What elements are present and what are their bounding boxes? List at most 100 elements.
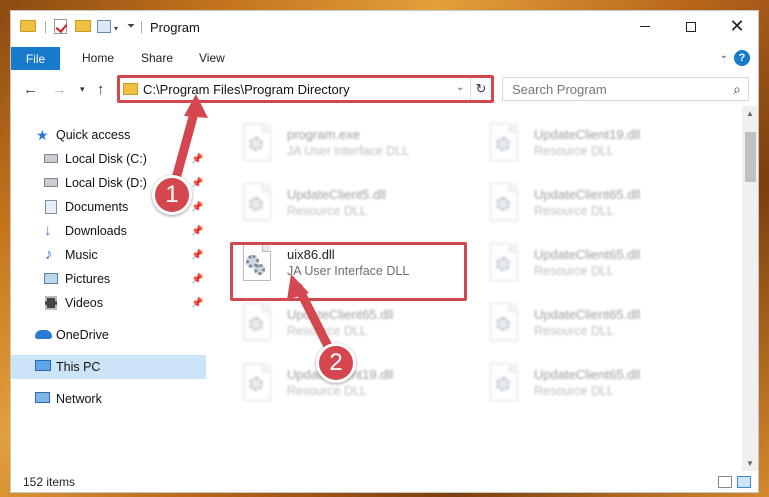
minimize-icon [640, 26, 650, 27]
forward-arrow-icon[interactable]: → [52, 81, 67, 98]
pin-icon[interactable]: 📌 [191, 154, 203, 165]
file-type: Resource DLL [534, 264, 614, 278]
pin-icon[interactable]: 📌 [191, 226, 203, 237]
recent-locations-icon[interactable]: ▾ [80, 84, 85, 95]
file-item[interactable]: UpdateClient65.dll Resource DLL [486, 240, 716, 292]
file-type: Resource DLL [287, 204, 367, 218]
pin-icon[interactable]: 📌 [191, 274, 203, 285]
file-type: Resource DLL [287, 384, 367, 398]
search-icon[interactable]: ⌕ [733, 81, 741, 98]
file-item-uix86-dll[interactable]: uix86.dll JA User Interface DLL [239, 240, 469, 292]
nav-item-local-disk-c[interactable]: Local Disk (C:) 📌 [11, 147, 206, 171]
scroll-down-icon[interactable]: ▼ [746, 459, 754, 468]
nav-label: Music [65, 248, 98, 262]
pin-icon[interactable]: 📌 [191, 250, 203, 261]
properties-check-icon[interactable] [54, 19, 67, 34]
nav-label: Pictures [65, 272, 111, 286]
nav-label: Network [56, 392, 102, 406]
nav-label: OneDrive [56, 328, 109, 342]
dll-icon [486, 243, 520, 287]
file-item[interactable]: UpdateClient65.dll Resource DLL [486, 300, 716, 352]
dll-icon [486, 183, 520, 227]
address-row: ← → ▾ ↑ C:\Program Files\Program Directo… [11, 74, 758, 104]
nav-label: Local Disk (D:) [65, 176, 147, 190]
dll-icon [239, 183, 273, 227]
nav-item-pictures[interactable]: Pictures 📌 [11, 267, 206, 291]
maximize-button[interactable] [668, 11, 714, 42]
drive-icon [44, 154, 58, 163]
back-arrow-icon[interactable]: ← [23, 81, 38, 98]
scroll-thumb[interactable] [745, 132, 756, 182]
file-name: UpdateClient65.dll [534, 247, 641, 262]
file-name: UpdateClient19.dll [534, 127, 641, 142]
minimize-button[interactable] [622, 11, 668, 42]
folder-icon[interactable] [20, 20, 36, 32]
file-name: UpdateClient65.dll [534, 187, 641, 202]
nav-item-onedrive[interactable]: OneDrive [11, 323, 206, 347]
search-box[interactable]: Search Program ⌕ [502, 77, 749, 101]
file-name: UpdateClient5.dll [287, 187, 387, 202]
nav-item-quick-access[interactable]: ★ Quick access [11, 123, 206, 147]
tab-share[interactable]: Share [141, 51, 173, 65]
close-button[interactable]: ✕ [714, 11, 758, 42]
file-item[interactable]: UpdateClient65.dll Resource DLL [239, 300, 469, 352]
chevron-down-icon[interactable]: ⌄ [456, 82, 464, 93]
file-item[interactable]: UpdateClient65.dll Resource DLL [486, 360, 716, 412]
rename-icon[interactable] [97, 20, 111, 33]
title-bar: ▾ ⏷ Program ✕ [11, 11, 758, 42]
file-item[interactable]: UpdateClient65.dll Resource DLL [486, 180, 716, 232]
file-name: UpdateClient65.dll [534, 307, 641, 322]
item-count: 152 items [23, 475, 76, 489]
pictures-icon [44, 273, 58, 284]
scroll-up-icon[interactable]: ▲ [746, 109, 754, 118]
nav-item-videos[interactable]: Videos 📌 [11, 291, 206, 315]
file-type: Resource DLL [287, 324, 367, 338]
address-path[interactable]: C:\Program Files\Program Directory [143, 82, 350, 97]
maximize-icon [686, 21, 696, 32]
music-icon: ♪ [45, 246, 53, 263]
nav-label: Documents [65, 200, 129, 214]
vertical-scrollbar[interactable]: ▲ ▼ [742, 106, 758, 471]
nav-item-network[interactable]: Network [11, 387, 206, 411]
file-name: UpdateClient65.dll [534, 367, 641, 382]
download-icon: ↓ [44, 222, 52, 239]
tab-file[interactable]: File [11, 47, 60, 70]
dll-icon [486, 123, 520, 167]
new-folder-icon[interactable] [75, 20, 91, 32]
file-type: Resource DLL [534, 324, 614, 338]
file-item[interactable]: UpdateClient19.dll Resource DLL [486, 120, 716, 172]
cloud-icon [35, 330, 52, 339]
pin-icon[interactable]: 📌 [191, 178, 203, 189]
navigation-pane: ★ Quick access Local Disk (C:) 📌 Local D… [11, 106, 206, 471]
folder-icon [123, 83, 138, 95]
chevron-down-icon[interactable]: ▾ [114, 24, 118, 33]
pin-icon[interactable]: 📌 [191, 298, 203, 309]
documents-icon [45, 200, 57, 214]
nav-label: This PC [56, 360, 101, 374]
refresh-icon[interactable]: ↻ [470, 78, 491, 100]
pin-icon[interactable]: 📌 [191, 202, 203, 213]
step-2-badge: 2 [316, 343, 356, 383]
address-bar[interactable]: C:\Program Files\Program Directory ⌄ ↻ [117, 77, 492, 101]
help-icon[interactable]: ? [734, 50, 750, 66]
dll-icon [239, 303, 273, 347]
large-icons-view-icon[interactable] [737, 476, 751, 488]
file-item[interactable]: program.exe JA User Interface DLL [239, 120, 469, 172]
file-type: Resource DLL [534, 204, 614, 218]
tab-view[interactable]: View [199, 51, 225, 65]
expand-ribbon-icon[interactable]: ⌄ [720, 50, 728, 61]
tab-home[interactable]: Home [82, 51, 114, 65]
up-arrow-icon[interactable]: ↑ [97, 81, 105, 98]
toolbar-separator [141, 21, 142, 33]
star-icon: ★ [36, 127, 49, 143]
dll-icon [239, 363, 273, 407]
nav-item-this-pc[interactable]: This PC [11, 355, 206, 379]
nav-item-music[interactable]: ♪ Music 📌 [11, 243, 206, 267]
file-name: program.exe [287, 127, 360, 142]
nav-item-downloads[interactable]: ↓ Downloads 📌 [11, 219, 206, 243]
details-view-icon[interactable] [718, 476, 732, 488]
customize-toolbar-icon[interactable]: ⏷ [127, 21, 135, 32]
close-icon: ✕ [729, 16, 745, 36]
toolbar-separator [45, 21, 46, 33]
file-item[interactable]: UpdateClient5.dll Resource DLL [239, 180, 469, 232]
